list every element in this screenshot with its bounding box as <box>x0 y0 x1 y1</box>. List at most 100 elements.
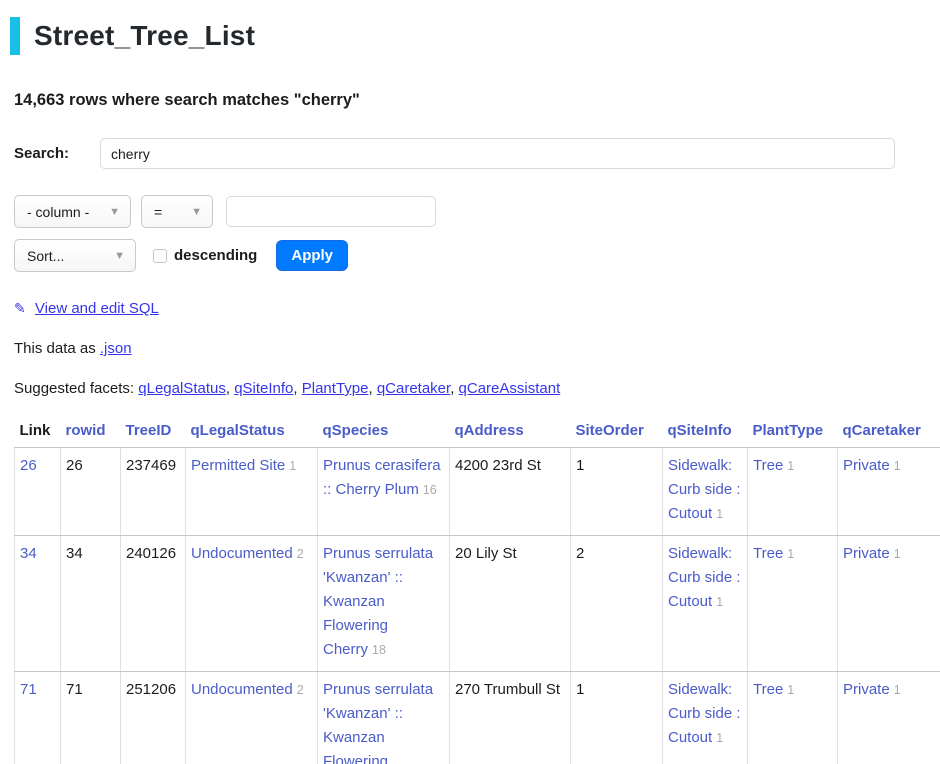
cell-treeid: 251206 <box>121 672 186 764</box>
column-header-link[interactable]: qLegalStatus <box>191 422 285 439</box>
cell-link[interactable]: Sidewalk: Curb side : Cutout <box>668 545 741 610</box>
cell-link[interactable]: Private <box>843 457 890 474</box>
cell-link[interactable]: Undocumented <box>191 681 293 698</box>
column-header-siteorder[interactable]: SiteOrder <box>571 418 663 448</box>
facet-count-badge: 1 <box>894 547 901 561</box>
cell-qlegalstatus: Undocumented2 <box>186 672 318 764</box>
cell-link: 26 <box>15 448 61 536</box>
apply-button[interactable]: Apply <box>276 240 348 271</box>
facet-count-badge: 1 <box>894 683 901 697</box>
cell-link[interactable]: 26 <box>20 457 37 474</box>
cell-qcaretaker: Private 1 <box>838 536 940 672</box>
cell-link[interactable]: Private <box>843 545 890 562</box>
column-header-link[interactable]: qSpecies <box>323 422 389 439</box>
cell-link: 71 <box>15 672 61 764</box>
facet-link-qcareassistant[interactable]: qCareAssistant <box>459 380 561 397</box>
facet-count-badge: 18 <box>372 643 386 657</box>
cell-qsiteinfo: Sidewalk: Curb side : Cutout1 <box>663 672 748 764</box>
cell-value: 2 <box>576 545 584 562</box>
cell-value: 20 Lily St <box>455 545 517 562</box>
column-header-qspecies[interactable]: qSpecies <box>318 418 450 448</box>
chevron-down-icon: ▼ <box>99 206 120 218</box>
cell-qlegalstatus: Permitted Site 1 <box>186 448 318 536</box>
column-header-qlegalstatus[interactable]: qLegalStatus <box>186 418 318 448</box>
cell-qaddress: 270 Trumbull St <box>450 672 571 764</box>
cell-value: 237469 <box>126 457 176 474</box>
column-header-qaddress[interactable]: qAddress <box>450 418 571 448</box>
table-header-row: Link rowid TreeID qLegalStatus qSpecies qAddr… <box>15 418 940 448</box>
cell-link[interactable]: 71 <box>20 681 37 698</box>
cell-link[interactable]: 34 <box>20 545 37 562</box>
column-header-link[interactable]: qAddress <box>455 422 524 439</box>
sort-row: Sort... ▼ descending Apply <box>14 239 926 272</box>
data-as-line: This data as .json <box>14 340 926 357</box>
cell-treeid: 237469 <box>121 448 186 536</box>
cell-link[interactable]: Private <box>843 681 890 698</box>
view-edit-sql-link[interactable]: View and edit SQL <box>35 300 159 317</box>
cell-qspecies: Prunus cerasifera :: Cherry Plum16 <box>318 448 450 536</box>
cell-value: 270 Trumbull St <box>455 681 560 698</box>
descending-label: descending <box>174 247 257 264</box>
cell-link[interactable]: Tree <box>753 457 783 474</box>
descending-checkbox[interactable] <box>153 249 167 263</box>
facet-count-badge: 1 <box>716 595 723 609</box>
facet-count-badge: 1 <box>289 459 296 473</box>
column-header-link[interactable]: qCaretaker <box>843 422 921 439</box>
column-header-link[interactable]: SiteOrder <box>576 422 644 439</box>
cell-qsiteinfo: Sidewalk: Curb side : Cutout1 <box>663 448 748 536</box>
cell-qcaretaker: Private 1 <box>838 672 940 764</box>
chevron-down-icon: ▼ <box>181 206 202 218</box>
facet-link-planttype[interactable]: PlantType <box>302 380 369 397</box>
facet-links: qLegalStatus, qSiteInfo, PlantType, qCar… <box>138 380 560 397</box>
column-header-link[interactable]: TreeID <box>126 422 172 439</box>
filter-operator-select-value: = <box>154 204 162 220</box>
sort-select[interactable]: Sort... ▼ <box>14 239 136 272</box>
facet-link-qcaretaker[interactable]: qCaretaker <box>377 380 450 397</box>
cell-planttype: Tree 1 <box>748 448 838 536</box>
filter-column-select[interactable]: - column - ▼ <box>14 195 131 228</box>
cell-planttype: Tree 1 <box>748 672 838 764</box>
facet-link-qlegalstatus[interactable]: qLegalStatus <box>138 380 226 397</box>
cell-link[interactable]: Prunus serrulata 'Kwanzan' :: Kwanzan Fl… <box>323 545 433 658</box>
column-header-link[interactable]: PlantType <box>753 422 824 439</box>
cell-qaddress: 20 Lily St <box>450 536 571 672</box>
cell-qspecies: Prunus serrulata 'Kwanzan' :: Kwanzan Fl… <box>318 536 450 672</box>
column-header-link[interactable]: qSiteInfo <box>668 422 732 439</box>
cell-rowid: 26 <box>61 448 121 536</box>
sort-select-value: Sort... <box>27 248 64 264</box>
column-header-link[interactable]: rowid <box>66 422 106 439</box>
json-link[interactable]: .json <box>100 340 132 357</box>
column-header-planttype[interactable]: PlantType <box>748 418 838 448</box>
cell-value: 71 <box>66 681 83 698</box>
search-input[interactable] <box>100 138 895 169</box>
filter-column-select-value: - column - <box>27 204 89 220</box>
cell-qlegalstatus: Undocumented2 <box>186 536 318 672</box>
page-title: Street_Tree_List <box>10 17 940 55</box>
cell-siteorder: 1 <box>571 672 663 764</box>
data-as-prefix: This data as <box>14 340 96 357</box>
column-header-rowid[interactable]: rowid <box>61 418 121 448</box>
cell-link[interactable]: Permitted Site <box>191 457 285 474</box>
column-header-qsiteinfo[interactable]: qSiteInfo <box>663 418 748 448</box>
filter-operator-select[interactable]: = ▼ <box>141 195 213 228</box>
cell-link[interactable]: Tree <box>753 545 783 562</box>
facet-link-qsiteinfo[interactable]: qSiteInfo <box>234 380 293 397</box>
cell-link[interactable]: Prunus serrulata 'Kwanzan' :: Kwanzan Fl… <box>323 681 433 764</box>
column-header-qcaretaker[interactable]: qCaretaker <box>838 418 940 448</box>
row-count-heading: 14,663 rows where search matches "cherry… <box>14 91 940 110</box>
cell-link[interactable]: Undocumented <box>191 545 293 562</box>
column-header-treeid[interactable]: TreeID <box>121 418 186 448</box>
facets-line: Suggested facets: qLegalStatus, qSiteInf… <box>14 380 926 397</box>
cell-treeid: 240126 <box>121 536 186 672</box>
cell-link[interactable]: Sidewalk: Curb side : Cutout <box>668 457 741 522</box>
cell-link[interactable]: Tree <box>753 681 783 698</box>
cell-value: 1 <box>576 681 584 698</box>
facet-count-badge: 1 <box>787 459 794 473</box>
column-header-link: Link <box>15 418 61 448</box>
cell-value: 34 <box>66 545 83 562</box>
cell-value: 240126 <box>126 545 176 562</box>
cell-siteorder: 1 <box>571 448 663 536</box>
cell-link[interactable]: Sidewalk: Curb side : Cutout <box>668 681 741 746</box>
filter-value-input[interactable] <box>226 196 436 227</box>
facet-count-badge: 1 <box>787 683 794 697</box>
